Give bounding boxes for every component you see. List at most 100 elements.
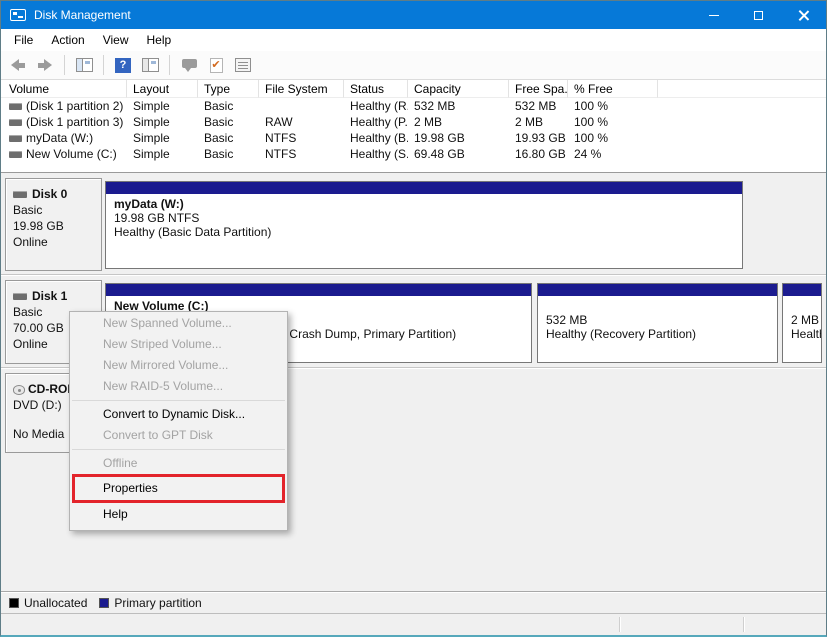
menu-separator <box>72 400 285 401</box>
volume-icon <box>9 103 22 110</box>
partition-title: myData (W:) <box>114 197 742 211</box>
forward-button[interactable] <box>34 54 56 76</box>
cell-layout: Simple <box>127 145 198 163</box>
column-header-filesystem[interactable]: File System <box>259 80 344 98</box>
partition-size: 2 MB <box>791 313 821 327</box>
title-bar: Disk Management <box>1 1 826 29</box>
toolbar-separator <box>64 55 65 75</box>
popup-window-icon <box>182 59 197 68</box>
partition-size: 19.98 GB NTFS <box>114 211 742 225</box>
menu-item-new-raid5-volume[interactable]: New RAID-5 Volume... <box>70 376 287 397</box>
minimize-button[interactable] <box>691 1 736 29</box>
menu-item-convert-gpt-disk[interactable]: Convert to GPT Disk <box>70 425 287 446</box>
forward-icon <box>36 59 54 71</box>
action-pane-button[interactable] <box>139 54 161 76</box>
disk-kind: Basic <box>13 202 101 218</box>
disk-state: Online <box>13 234 101 250</box>
column-header-empty <box>658 80 827 98</box>
cell-volume: myData (W:) <box>26 131 93 145</box>
column-header-volume[interactable]: Volume <box>1 80 127 98</box>
partition-title <box>546 299 777 313</box>
table-row[interactable]: myData (W:) Simple Basic NTFS Healthy (B… <box>1 130 826 146</box>
minimize-icon <box>709 15 719 16</box>
column-header-type[interactable]: Type <box>198 80 259 98</box>
menu-action[interactable]: Action <box>42 30 93 50</box>
cell-pctfree: 24 % <box>568 145 658 163</box>
menu-item-new-striped-volume[interactable]: New Striped Volume... <box>70 334 287 355</box>
maximize-button[interactable] <box>736 1 781 29</box>
partition-recovery[interactable]: 532 MB Healthy (Recovery Partition) <box>537 283 778 363</box>
disk0-panel[interactable]: Disk 0 Basic 19.98 GB Online <box>5 178 102 271</box>
close-button[interactable] <box>781 1 826 29</box>
volume-icon <box>9 135 22 142</box>
app-disk-icon <box>10 9 26 21</box>
maximize-icon <box>754 11 763 20</box>
menu-file[interactable]: File <box>5 30 42 50</box>
check-document-icon: ✔ <box>210 58 223 73</box>
close-icon <box>798 10 809 21</box>
menu-item-help[interactable]: Help <box>70 504 287 525</box>
partition-status: Healthy <box>791 327 821 341</box>
table-row[interactable]: (Disk 1 partition 3) Simple Basic RAW He… <box>1 114 826 130</box>
table-row[interactable]: New Volume (C:) Simple Basic NTFS Health… <box>1 146 826 162</box>
volume-icon <box>9 151 22 158</box>
primary-partition-strip <box>538 284 777 297</box>
disk-row-separator <box>1 274 826 276</box>
menu-item-new-spanned-volume[interactable]: New Spanned Volume... <box>70 313 287 334</box>
popup-window-button[interactable] <box>178 54 200 76</box>
help-button[interactable]: ? <box>112 54 134 76</box>
column-header-status[interactable]: Status <box>344 80 408 98</box>
column-header-capacity[interactable]: Capacity <box>408 80 509 98</box>
primary-partition-strip <box>106 284 531 297</box>
details-button[interactable] <box>232 54 254 76</box>
legend-primary-partition: Primary partition <box>114 596 201 610</box>
disk-icon <box>13 293 27 300</box>
legend-unallocated: Unallocated <box>24 596 87 610</box>
cell-capacity: 69.48 GB <box>408 145 509 163</box>
table-row[interactable]: (Disk 1 partition 2) Simple Basic Health… <box>1 98 826 114</box>
volume-icon <box>9 119 22 126</box>
action-pane-icon <box>142 58 159 72</box>
primary-partition-strip <box>106 182 742 195</box>
menu-item-new-mirrored-volume[interactable]: New Mirrored Volume... <box>70 355 287 376</box>
cell-volume: New Volume (C:) <box>26 147 117 161</box>
menu-item-convert-dynamic-disk[interactable]: Convert to Dynamic Disk... <box>70 404 287 425</box>
partition-size: 532 MB <box>546 313 777 327</box>
cell-freespace: 16.80 GB <box>509 145 568 163</box>
console-tree-icon <box>76 58 93 72</box>
toolbar-separator <box>103 55 104 75</box>
cell-volume: (Disk 1 partition 2) <box>26 99 123 113</box>
partition-title <box>791 299 821 313</box>
cell-filesystem <box>259 104 344 108</box>
disk-icon <box>13 191 27 198</box>
column-header-freespace[interactable]: Free Spa... <box>509 80 568 98</box>
back-icon <box>9 59 27 71</box>
volume-list-header: Volume Layout Type File System Status Ca… <box>1 80 826 98</box>
cd-icon <box>13 385 25 395</box>
primary-partition-swatch-icon <box>99 598 109 608</box>
cell-status: Healthy (S... <box>344 145 408 163</box>
disk-size: 19.98 GB <box>13 218 101 234</box>
back-button[interactable] <box>7 54 29 76</box>
toolbar-separator <box>169 55 170 75</box>
status-bar <box>1 613 826 636</box>
partition-mydata-w[interactable]: myData (W:) 19.98 GB NTFS Healthy (Basic… <box>105 181 743 269</box>
menu-help[interactable]: Help <box>138 30 181 50</box>
menu-item-properties[interactable]: Properties <box>70 478 287 499</box>
disk-name: Disk 0 <box>32 187 67 201</box>
menu-bar: File Action View Help <box>1 29 826 51</box>
status-bar-separator <box>619 617 620 632</box>
menu-view[interactable]: View <box>94 30 138 50</box>
menu-separator <box>72 449 285 450</box>
disk-context-menu: New Spanned Volume... New Striped Volume… <box>69 311 288 531</box>
menu-item-offline[interactable]: Offline <box>70 453 287 474</box>
unallocated-swatch-icon <box>9 598 19 608</box>
console-tree-button[interactable] <box>73 54 95 76</box>
volume-list: Volume Layout Type File System Status Ca… <box>1 80 826 172</box>
primary-partition-strip <box>783 284 821 297</box>
column-header-layout[interactable]: Layout <box>127 80 198 98</box>
check-document-button[interactable]: ✔ <box>205 54 227 76</box>
cell-type: Basic <box>198 145 259 163</box>
partition-2mb[interactable]: 2 MB Healthy <box>782 283 822 363</box>
column-header-pctfree[interactable]: % Free <box>568 80 658 98</box>
